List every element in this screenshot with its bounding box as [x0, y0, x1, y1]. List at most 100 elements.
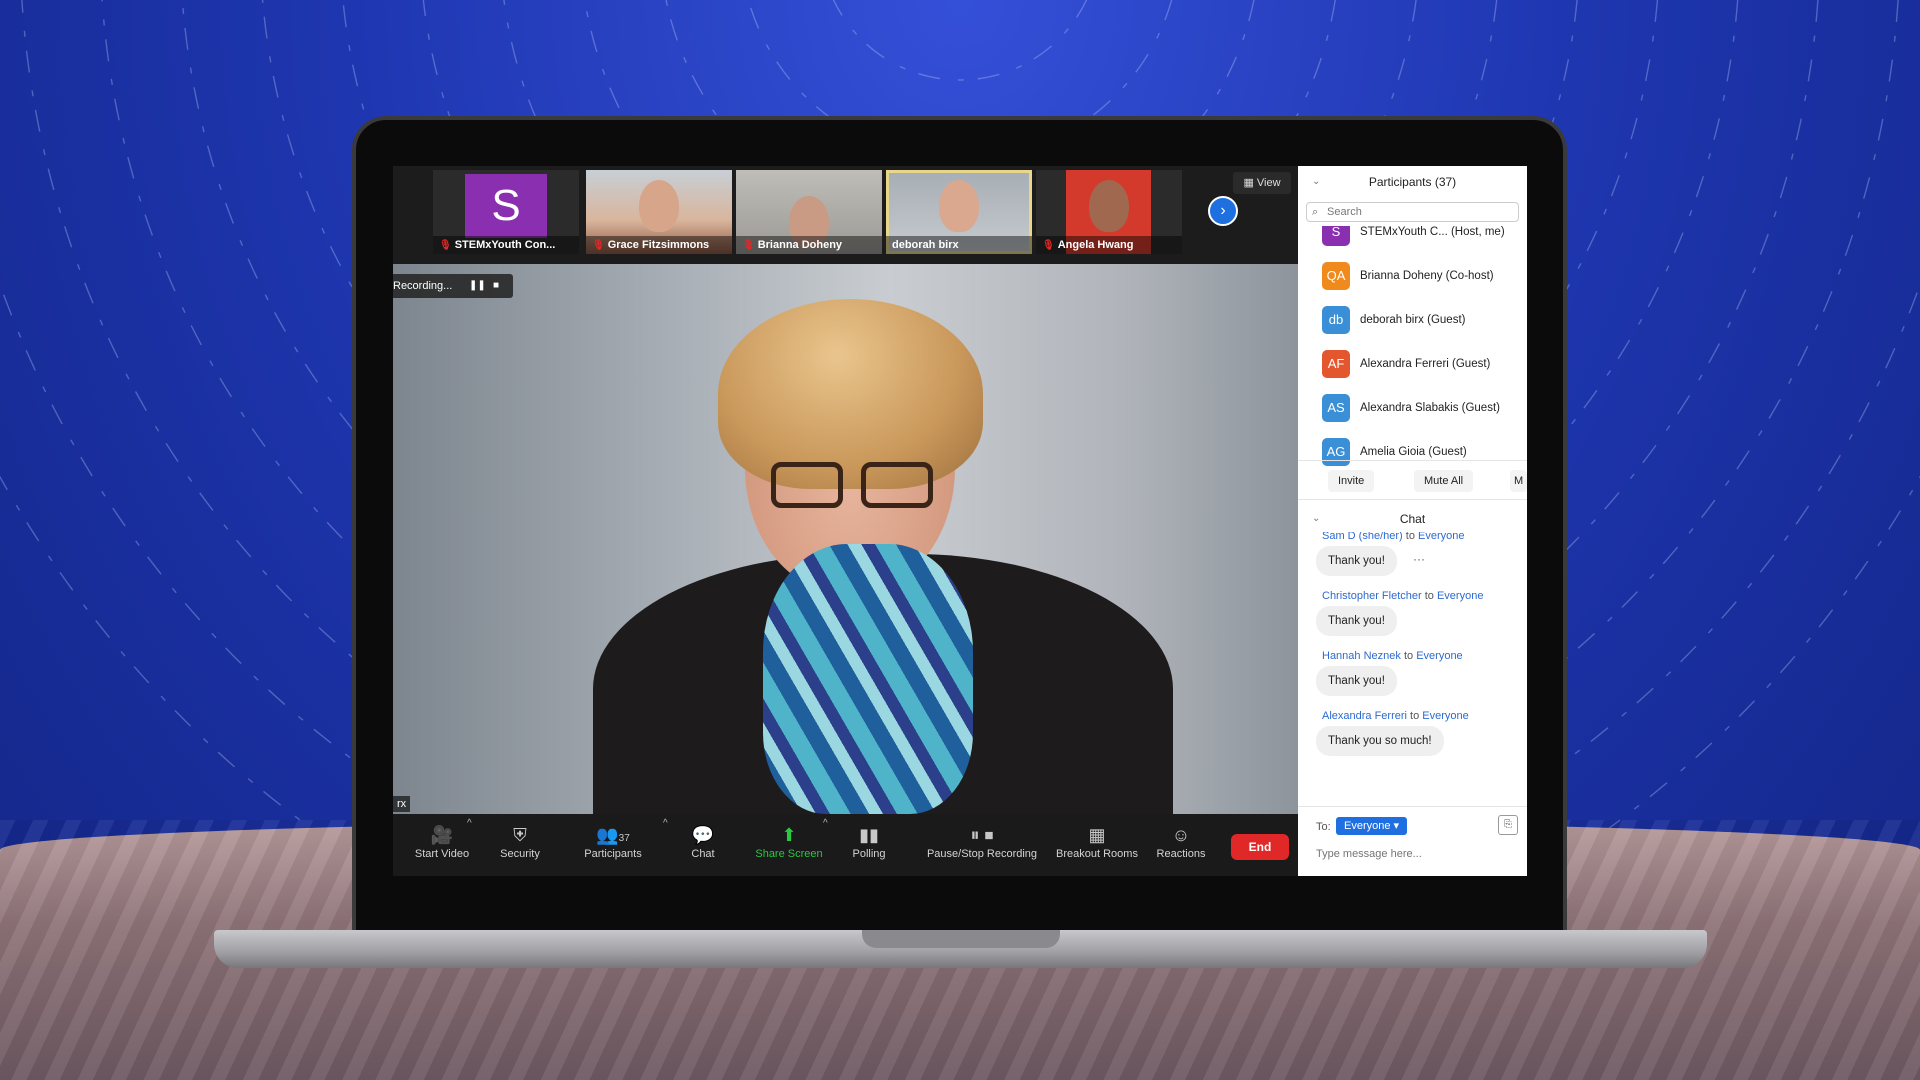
- speaker-scarf: [763, 544, 973, 814]
- gallery-tile-brianna[interactable]: 🎙 Brianna Doheny: [736, 170, 882, 254]
- recording-label: Recording...: [393, 280, 453, 292]
- participant-row[interactable]: AS Alexandra Slabakis (Guest): [1298, 388, 1527, 432]
- participant-name: Brianna Doheny (Co-host): [1360, 270, 1494, 282]
- chevron-up-icon[interactable]: ^: [823, 818, 828, 829]
- avatar: S: [1322, 226, 1350, 246]
- smiley-icon: ☺: [1171, 825, 1191, 845]
- tile-name: 🎙 Brianna Doheny: [736, 236, 882, 254]
- mute-all-button[interactable]: Mute All: [1414, 470, 1474, 492]
- participant-row[interactable]: AF Alexandra Ferreri (Guest): [1298, 344, 1527, 388]
- recipient-select[interactable]: Everyone ▾: [1336, 817, 1408, 835]
- to-label: To:: [1316, 821, 1331, 833]
- breakout-rooms-icon: ▦: [1088, 825, 1106, 845]
- mic-muted-icon: 🎙: [592, 240, 605, 251]
- reactions-button[interactable]: ☺ Reactions: [1151, 822, 1211, 868]
- message-header: Hannah Neznek to Everyone: [1322, 650, 1463, 662]
- participants-button[interactable]: 👥37 Participants: [575, 822, 651, 868]
- chevron-down-icon[interactable]: ⌄: [1312, 166, 1320, 198]
- participants-title: Participants (37): [1368, 175, 1457, 189]
- search-icon: ⌕: [1312, 206, 1319, 218]
- gallery-tile-deborah[interactable]: deborah birx: [886, 170, 1032, 254]
- security-button[interactable]: ⛨ Security: [485, 822, 555, 868]
- mic-muted-icon: 🎙: [742, 240, 755, 251]
- gallery-strip: S 🎙 STEMxYouth Con... 🎙 Grace Fitzsimmons …: [393, 166, 1298, 264]
- stop-icon[interactable]: ■: [493, 274, 499, 298]
- participant-face: [939, 180, 979, 232]
- share-screen-button[interactable]: ⬆ Share Screen: [751, 822, 827, 868]
- gallery-tile-stemxyouth[interactable]: S 🎙 STEMxYouth Con...: [433, 170, 579, 254]
- speaker-glasses: [771, 462, 941, 512]
- participant-name: deborah birx (Guest): [1360, 314, 1466, 326]
- chat-title: Chat: [1399, 512, 1426, 526]
- meeting-toolbar: 🎥 Start Video ^ ⛨ Security 👥37 Participa…: [393, 814, 1298, 876]
- speaker-name-tag: rx: [393, 796, 411, 812]
- message-header: Christopher Fletcher to Everyone: [1322, 590, 1484, 602]
- message-bubble: Thank you!: [1316, 666, 1397, 696]
- recording-indicator: Recording... ❚❚ ■: [393, 274, 513, 298]
- participant-row[interactable]: S STEMxYouth C... (Host, me): [1298, 226, 1527, 256]
- tile-name: 🎙 STEMxYouth Con...: [433, 236, 579, 254]
- pause-stop-recording-button[interactable]: ⏸ ⏹ Pause/Stop Recording: [917, 822, 1047, 868]
- end-meeting-button[interactable]: End: [1231, 834, 1289, 860]
- chat-header: ⌄ Chat: [1298, 506, 1527, 532]
- polling-button[interactable]: ▮▮ Polling: [839, 822, 899, 868]
- message-header: Alexandra Ferreri to Everyone: [1322, 710, 1469, 722]
- participant-name: Alexandra Ferreri (Guest): [1360, 358, 1491, 370]
- active-speaker-video: Recording... ❚❚ ■ rx: [393, 264, 1298, 814]
- avatar: AF: [1322, 350, 1350, 378]
- speaker-hair: [718, 299, 983, 489]
- chevron-up-icon[interactable]: ^: [663, 818, 668, 829]
- participants-header: ⌄ Participants (37): [1298, 166, 1527, 198]
- participant-name: STEMxYouth C... (Host, me): [1360, 226, 1505, 238]
- message-input[interactable]: [1316, 845, 1516, 863]
- more-button[interactable]: M: [1510, 470, 1527, 492]
- participants-list: S STEMxYouth C... (Host, me) QA Brianna …: [1298, 226, 1527, 476]
- chat-compose: To: Everyone ▾ ⎘: [1298, 806, 1527, 876]
- chevron-right-icon[interactable]: ›: [1208, 196, 1238, 226]
- tile-name: 🎙 Grace Fitzsimmons: [586, 236, 732, 254]
- bar-chart-icon: ▮▮: [859, 825, 879, 845]
- zoom-window: S 🎙 STEMxYouth Con... 🎙 Grace Fitzsimmons …: [393, 166, 1527, 876]
- participants-search-input[interactable]: ⌕ Search: [1306, 202, 1519, 222]
- laptop-notch: [862, 930, 1060, 948]
- participant-face: [1089, 180, 1129, 232]
- gallery-tile-grace[interactable]: 🎙 Grace Fitzsimmons: [586, 170, 732, 254]
- file-icon[interactable]: ⎘: [1498, 815, 1518, 835]
- participant-face: [639, 180, 679, 232]
- message-bubble: Thank you!: [1316, 546, 1397, 576]
- more-options-icon[interactable]: ···: [1413, 552, 1425, 566]
- chat-messages: Sam D (she/her) to Everyone Thank you! ·…: [1298, 532, 1527, 764]
- avatar: S: [465, 174, 547, 238]
- chevron-down-icon[interactable]: ⌄: [1312, 506, 1320, 532]
- chat-bubble-icon: 💬: [691, 825, 715, 845]
- view-button[interactable]: ▦ View: [1233, 172, 1291, 194]
- invite-button[interactable]: Invite: [1328, 470, 1375, 492]
- message-header: Sam D (she/her) to Everyone: [1322, 532, 1465, 542]
- participant-name: Alexandra Slabakis (Guest): [1360, 402, 1500, 414]
- mic-muted-icon: 🎙: [1042, 240, 1055, 251]
- tile-name: deborah birx: [886, 236, 1032, 254]
- chat-button[interactable]: 💬 Chat: [673, 822, 733, 868]
- chevron-up-icon[interactable]: ^: [467, 818, 472, 829]
- side-panel: ⌄ Participants (37) ⌕ Search S STEMxYout…: [1298, 166, 1527, 876]
- participant-row[interactable]: QA Brianna Doheny (Co-host): [1298, 256, 1527, 300]
- chevron-down-icon: ▾: [1393, 820, 1400, 832]
- participants-actions: Invite Mute All M: [1298, 460, 1527, 500]
- share-screen-icon: ⬆: [781, 825, 797, 845]
- breakout-rooms-button[interactable]: ▦ Breakout Rooms: [1049, 822, 1145, 868]
- message-bubble: Thank you!: [1316, 606, 1397, 636]
- participant-row[interactable]: db deborah birx (Guest): [1298, 300, 1527, 344]
- pause-icon[interactable]: ❚❚: [469, 274, 486, 298]
- tile-name: 🎙 Angela Hwang: [1036, 236, 1182, 254]
- avatar: QA: [1322, 262, 1350, 290]
- participant-name: Amelia Gioia (Guest): [1360, 446, 1467, 458]
- search-placeholder: Search: [1327, 206, 1362, 218]
- pause-stop-icon: ⏸ ⏹: [970, 825, 994, 845]
- gallery-tile-angela[interactable]: 🎙 Angela Hwang: [1036, 170, 1182, 254]
- shield-icon: ⛨: [513, 825, 527, 845]
- grid-icon: ▦: [1243, 177, 1257, 189]
- mic-muted-icon: 🎙: [439, 240, 452, 251]
- avatar: db: [1322, 306, 1350, 334]
- avatar: AS: [1322, 394, 1350, 422]
- participants-count: 37: [618, 833, 630, 844]
